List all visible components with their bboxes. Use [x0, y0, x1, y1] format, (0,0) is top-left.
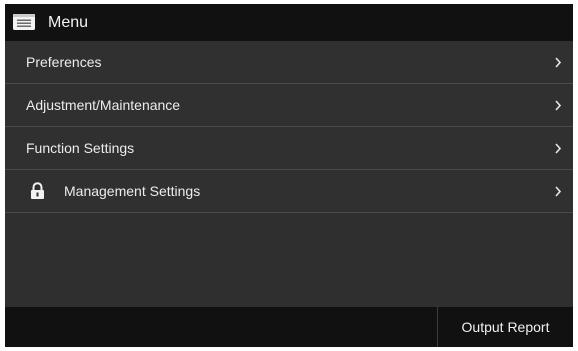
menu-item-management-settings[interactable]: Management Settings [5, 170, 573, 213]
menu-list-icon [13, 14, 35, 30]
chevron-right-icon [555, 143, 562, 154]
menu-item-adjustment-maintenance[interactable]: Adjustment/Maintenance [5, 84, 573, 127]
title-bar: Menu [5, 4, 573, 41]
lock-icon [31, 182, 44, 199]
output-report-button[interactable]: Output Report [438, 307, 573, 347]
chevron-right-icon [555, 100, 562, 111]
menu-item-label: Function Settings [26, 140, 135, 156]
chevron-right-icon [555, 57, 562, 68]
bottom-bar: Output Report [5, 307, 573, 347]
menu-list: Preferences Adjustment/Maintenance Funct… [5, 41, 573, 213]
chevron-right-icon [555, 186, 562, 197]
menu-item-function-settings[interactable]: Function Settings [5, 127, 573, 170]
menu-item-label: Management Settings [64, 183, 201, 199]
device-screen: Menu Preferences Adjustment/Maintenance … [5, 4, 573, 347]
menu-item-preferences[interactable]: Preferences [5, 41, 573, 84]
menu-item-label: Adjustment/Maintenance [26, 97, 181, 113]
menu-item-label: Preferences [26, 54, 102, 70]
page-title: Menu [48, 14, 89, 31]
